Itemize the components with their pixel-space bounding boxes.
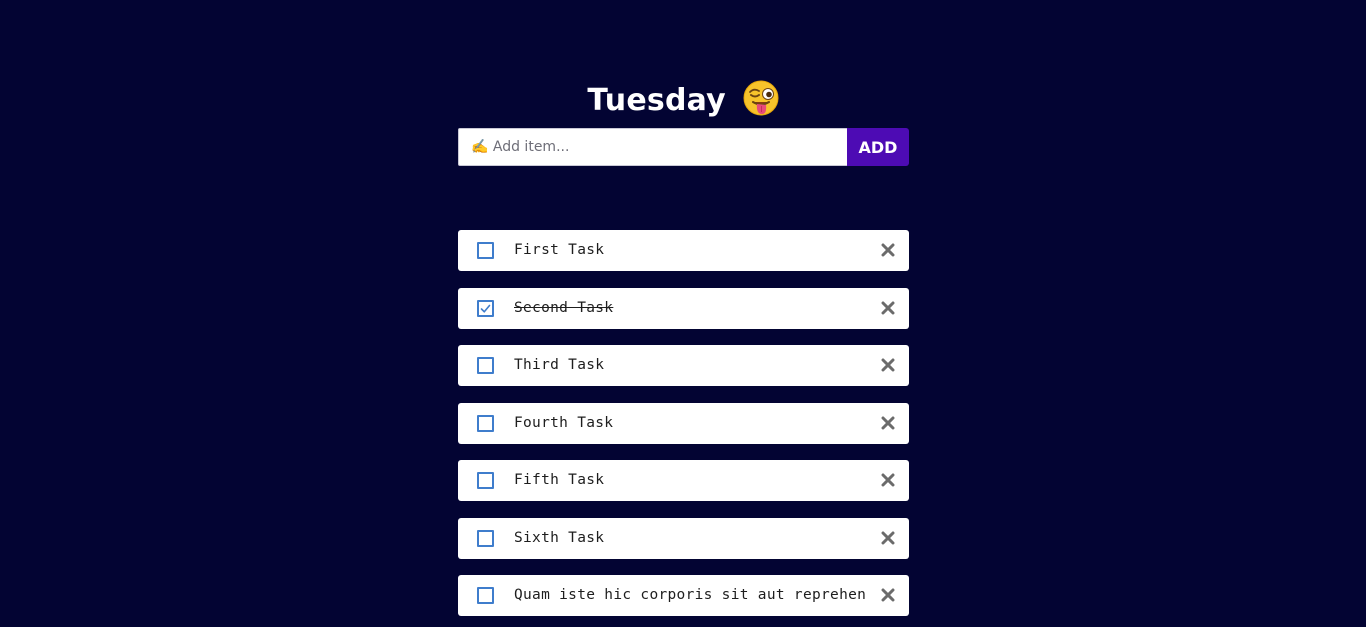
- add-item-input[interactable]: [458, 128, 847, 166]
- task-item: Third Task: [458, 345, 909, 386]
- task-checkbox[interactable]: [477, 472, 494, 489]
- add-item-form: ADD: [458, 128, 909, 166]
- task-checkbox[interactable]: [477, 414, 494, 432]
- close-icon[interactable]: [881, 301, 895, 315]
- task-item: Sixth Task: [458, 517, 909, 559]
- task-checkbox[interactable]: [477, 299, 494, 317]
- task-label: Third Task: [514, 357, 605, 373]
- task-item: Second Task: [458, 287, 909, 329]
- close-icon[interactable]: [881, 531, 895, 545]
- page-title: Tuesday: [0, 78, 1366, 124]
- task-label: Fifth Task: [514, 472, 605, 488]
- task-item: Fourth Task: [458, 402, 909, 444]
- winking-face-with-tongue-icon: [743, 80, 779, 116]
- task-checkbox[interactable]: [477, 587, 494, 604]
- task-item: First Task: [458, 230, 909, 271]
- task-checkbox[interactable]: [477, 357, 494, 374]
- task-item: Fifth Task: [458, 460, 909, 501]
- close-icon[interactable]: [881, 416, 895, 430]
- add-button[interactable]: ADD: [847, 128, 909, 166]
- task-label: Fourth Task: [514, 414, 614, 431]
- task-item: Quam iste hic corporis sit aut reprehen: [458, 575, 909, 616]
- checkmark-icon: [480, 304, 491, 313]
- close-icon[interactable]: [881, 588, 895, 602]
- title-text: Tuesday: [587, 83, 726, 119]
- task-label: First Task: [514, 242, 605, 258]
- close-icon[interactable]: [881, 358, 895, 372]
- task-checkbox[interactable]: [477, 529, 494, 547]
- task-label: Sixth Task: [514, 529, 605, 546]
- task-list: First Task Second Task Third Task Fourth…: [458, 230, 909, 627]
- task-label: Second Task: [514, 299, 614, 316]
- close-icon[interactable]: [881, 243, 895, 257]
- task-checkbox[interactable]: [477, 242, 494, 259]
- close-icon[interactable]: [881, 473, 895, 487]
- task-label: Quam iste hic corporis sit aut reprehen: [514, 587, 867, 603]
